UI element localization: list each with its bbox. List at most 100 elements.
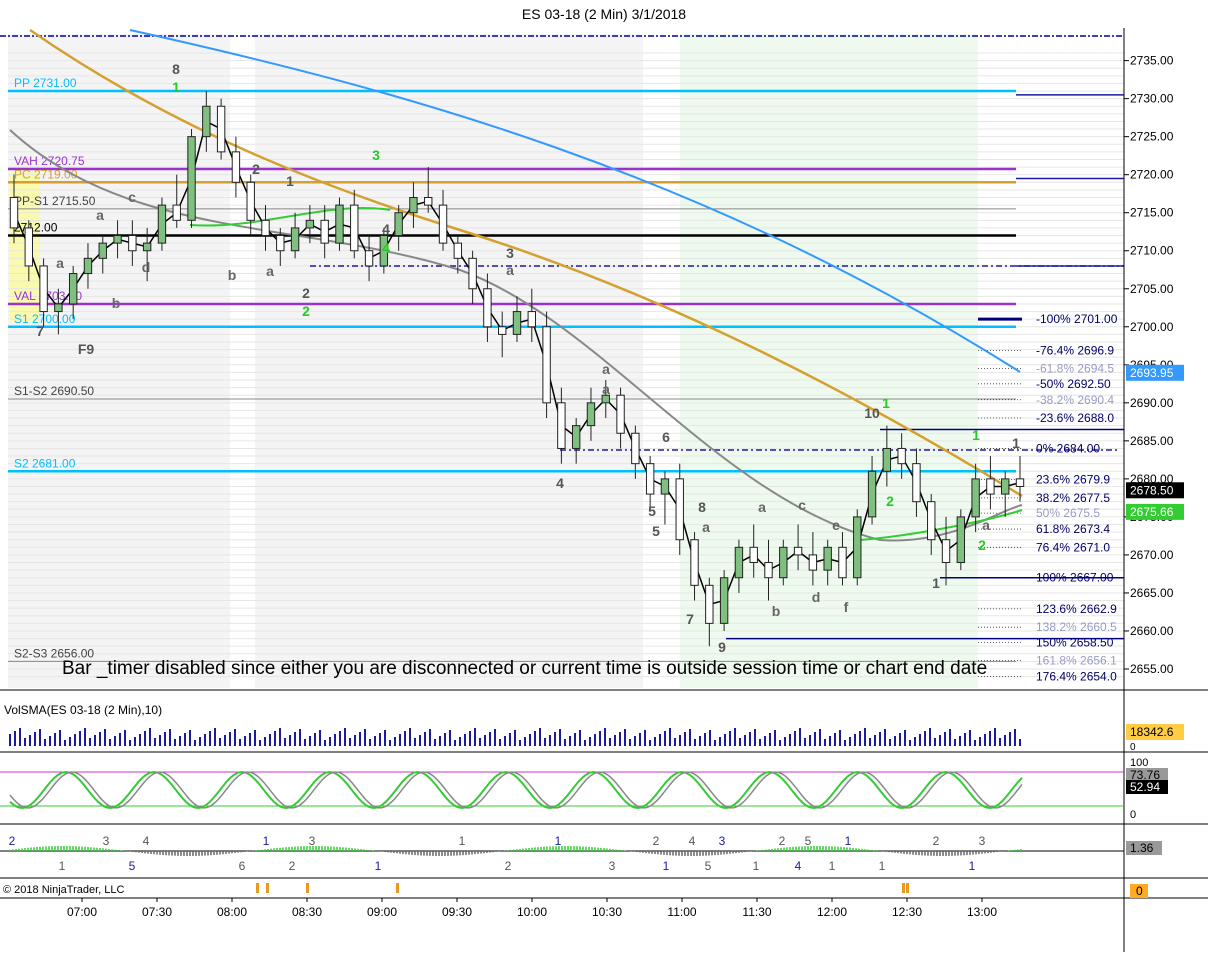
y-tick-label: 2665.00 xyxy=(1130,586,1174,600)
chart-frame[interactable]: PP 2731.00 VAH 2720.75 PC 2719.00 PP-S1 271… xyxy=(0,28,1208,952)
stoch-k xyxy=(9,770,1023,810)
candle-body xyxy=(39,265,48,313)
candle-body xyxy=(512,311,522,335)
annotation-label: 1 xyxy=(172,79,180,95)
candle-body xyxy=(246,181,255,221)
annotation-label: 4 xyxy=(382,240,390,256)
annotation-label: c xyxy=(798,497,806,513)
momentum-label: 1 xyxy=(459,834,466,848)
momentum-label: 2 xyxy=(653,834,660,848)
level-label: PP 2731.00 xyxy=(14,76,77,90)
candle-body xyxy=(779,546,788,579)
candle-body xyxy=(971,478,980,518)
chart-svg[interactable]: PP 2731.00VAH 2720.75PC 2719.00PP-S1 271… xyxy=(0,28,1208,952)
candle-body xyxy=(216,105,226,153)
candle-body xyxy=(631,432,640,465)
candle-body xyxy=(364,250,374,267)
annotation-label: 6 xyxy=(662,429,670,445)
candle-body xyxy=(956,516,966,564)
level-label: PC 2719.00 xyxy=(14,167,78,181)
momentum-label: 4 xyxy=(795,859,802,873)
events-badge-label: 0 xyxy=(1136,884,1143,898)
x-tick-label: 09:30 xyxy=(442,905,472,919)
momentum-label: 3 xyxy=(719,834,726,848)
candle-body xyxy=(261,219,270,237)
event-marker xyxy=(256,883,259,893)
annotation-label: 7 xyxy=(36,323,44,339)
annotation-label: a xyxy=(602,361,610,377)
annotation-label: 1 xyxy=(932,575,940,591)
candle-body xyxy=(705,584,714,624)
candle-body xyxy=(202,105,211,138)
candle-body xyxy=(68,273,78,305)
momentum-label: 3 xyxy=(609,859,616,873)
momentum-label: 2 xyxy=(9,834,16,848)
candle-body xyxy=(867,470,877,518)
fib-label: 123.6% 2662.9 xyxy=(1036,602,1117,616)
candle-body xyxy=(187,136,196,221)
candle-body xyxy=(764,562,773,579)
fib-label: -100% 2701.00 xyxy=(1036,312,1118,326)
annotation-label: 8 xyxy=(698,499,706,515)
chart-title: ES 03-18 (2 Min) 3/1/2018 xyxy=(521,6,687,22)
candle-body xyxy=(128,235,137,252)
candle-body xyxy=(498,326,507,335)
annotation-label: 3 xyxy=(372,147,380,163)
annotation-label: 5 xyxy=(648,503,656,519)
candle-body xyxy=(912,463,921,503)
fib-label: 138.2% 2660.5 xyxy=(1036,620,1117,634)
momentum-label: 2 xyxy=(779,834,786,848)
annotation-label: f xyxy=(844,599,849,615)
y-tick-label: 2725.00 xyxy=(1130,130,1174,144)
candle-body xyxy=(986,478,995,495)
candle-body xyxy=(438,204,448,244)
candle-body xyxy=(276,235,285,252)
candle-body xyxy=(1015,478,1025,487)
candle-body xyxy=(823,546,832,571)
annotation-label: a xyxy=(602,381,610,397)
momentum-label: 2 xyxy=(505,859,512,873)
annotation-label: 1 xyxy=(286,173,294,189)
annotation-label: c xyxy=(128,189,136,205)
candle-body xyxy=(320,219,329,244)
candle-body xyxy=(231,151,241,183)
candle-body xyxy=(350,204,359,252)
candle-body xyxy=(853,516,862,579)
candle-body xyxy=(142,242,152,252)
bar-timer-notice: Bar _timer disabled since either you are… xyxy=(62,658,987,679)
momentum-label: 3 xyxy=(309,834,316,848)
annotation-label: a xyxy=(96,207,104,223)
stoch-badge-label: 52.94 xyxy=(1130,780,1160,794)
y-tick-label: 2655.00 xyxy=(1130,662,1174,676)
stoch-tick: 0 xyxy=(1130,809,1136,821)
candle-body xyxy=(690,539,699,586)
candle-body xyxy=(719,577,729,624)
candle-body xyxy=(424,197,433,206)
momentum-label: 3 xyxy=(103,834,110,848)
fib-label: -61.8% 2694.5 xyxy=(1036,362,1114,376)
candle-body xyxy=(675,478,684,541)
candle-body xyxy=(586,402,596,427)
y-tick-label: 2735.00 xyxy=(1130,54,1174,68)
event-marker xyxy=(902,883,905,893)
momentum-label: 1 xyxy=(375,859,382,873)
annotation-label: 2 xyxy=(302,285,310,301)
x-tick-label: 12:30 xyxy=(892,905,922,919)
annotation-label: 2 xyxy=(302,303,310,319)
candle-body xyxy=(660,478,670,495)
fib-label: 23.6% 2679.9 xyxy=(1036,473,1110,487)
candle-body xyxy=(571,425,581,449)
x-tick-label: 12:00 xyxy=(817,905,847,919)
fib-label: 150% 2658.50 xyxy=(1036,635,1114,649)
annotation-label: b xyxy=(228,267,237,283)
price-badge-label: 2678.50 xyxy=(1130,483,1174,497)
momentum-label: 5 xyxy=(805,834,812,848)
candle-body xyxy=(941,539,951,564)
momentum-label: 4 xyxy=(689,834,696,848)
y-tick-label: 2705.00 xyxy=(1130,282,1174,296)
indicator-panels: VolSMA(ES 03-18 (2 Min),10)18342.6010007… xyxy=(0,689,1208,898)
annotation-label: 4 xyxy=(556,475,564,491)
annotation-label: 7 xyxy=(686,611,694,627)
candle-body xyxy=(468,257,477,290)
x-tick-label: 11:30 xyxy=(742,905,771,919)
